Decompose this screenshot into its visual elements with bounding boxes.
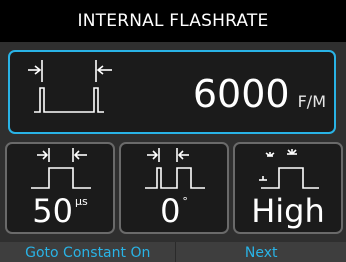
flash-rate-panel[interactable]: 6000 F/M bbox=[8, 50, 336, 134]
screen-title: INTERNAL FLASHRATE bbox=[0, 0, 346, 42]
pulse-width-value: 50 bbox=[32, 192, 73, 230]
delay-unit: ° bbox=[182, 195, 188, 208]
pulse-width-icon bbox=[31, 148, 91, 189]
delay-icon bbox=[145, 148, 205, 189]
level-icon bbox=[259, 149, 319, 189]
goto-constant-on-button[interactable]: Goto Constant On bbox=[0, 242, 175, 262]
level-panel[interactable]: High bbox=[233, 142, 343, 234]
pulse-period-icon bbox=[28, 60, 112, 113]
flash-rate-value: 6000 bbox=[192, 72, 290, 116]
pulse-width-panel[interactable]: 50 µs bbox=[5, 142, 115, 234]
level-value: High bbox=[251, 192, 325, 230]
footer-bar: Goto Constant On Next bbox=[0, 242, 346, 262]
next-button[interactable]: Next bbox=[175, 242, 346, 262]
delay-panel[interactable]: 0 ° bbox=[119, 142, 229, 234]
delay-value: 0 bbox=[160, 192, 181, 230]
flash-rate-unit: F/M bbox=[297, 92, 326, 111]
pulse-width-unit: µs bbox=[74, 195, 88, 208]
